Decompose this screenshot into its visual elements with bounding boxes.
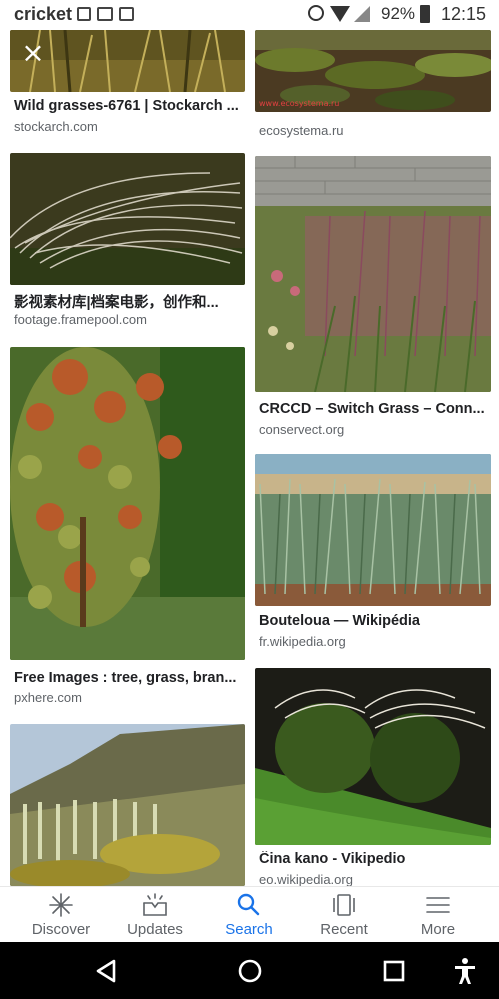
carrier-name: cricket — [14, 4, 73, 24]
watermark: www.ecosystema.ru — [259, 99, 340, 108]
back-icon[interactable] — [92, 956, 122, 986]
result-title[interactable]: Ĉina kano - Vikipedio — [259, 851, 491, 867]
nav-label: Search — [225, 921, 273, 938]
result-source: stockarch.com — [14, 119, 98, 134]
cast-notification-icon — [119, 7, 134, 21]
status-bar: cricket 92% 12:15 — [0, 0, 499, 30]
result-source: conservect.org — [259, 422, 345, 437]
result-thumbnail[interactable] — [10, 347, 245, 660]
result-thumbnail[interactable] — [255, 668, 491, 845]
nav-discover[interactable]: Discover — [11, 887, 111, 943]
result-thumbnail[interactable] — [10, 153, 245, 285]
search-icon — [237, 893, 260, 916]
result-source: pxhere.com — [14, 690, 82, 705]
result-thumbnail[interactable] — [10, 724, 245, 886]
result-source: footage.framepool.com — [14, 312, 147, 327]
result-title[interactable]: 影视素材库|档案电影，创作和... — [14, 291, 245, 312]
result-source: eo.wikipedia.org — [259, 872, 353, 886]
result-thumbnail[interactable]: × — [10, 30, 245, 92]
result-source: fr.wikipedia.org — [259, 634, 346, 649]
image-results-grid: × Wild grasses-6761 | Stockarch ... stoc… — [0, 30, 499, 886]
nav-search[interactable]: Search — [199, 887, 299, 943]
nav-recent[interactable]: Recent — [294, 887, 394, 943]
nav-label: Updates — [127, 921, 183, 938]
home-icon[interactable] — [235, 956, 265, 986]
nav-more[interactable]: More — [388, 887, 488, 943]
result-title[interactable]: Wild grasses-6761 | Stockarch ... — [14, 98, 245, 114]
accessibility-icon[interactable] — [450, 956, 480, 986]
result-thumbnail[interactable]: www.ecosystema.ru — [255, 30, 491, 112]
bottom-navigation: Discover Updates Search Recent More — [0, 886, 499, 942]
result-thumbnail[interactable] — [255, 156, 491, 392]
result-thumbnail[interactable] — [255, 454, 491, 606]
result-card[interactable] — [10, 724, 245, 886]
wifi-icon — [330, 6, 350, 22]
system-navigation-bar — [0, 942, 499, 999]
result-card[interactable]: × Wild grasses-6761 | Stockarch ... stoc… — [10, 30, 245, 140]
result-card[interactable]: www.ecosystema.ru ecosystema.ru — [255, 30, 491, 140]
alarm-icon — [308, 5, 324, 21]
result-card[interactable]: Ĉina kano - Vikipedio eo.wikipedia.org — [255, 668, 491, 886]
nav-label: Discover — [31, 921, 91, 938]
result-title[interactable]: Free Images : tree, grass, bran... — [14, 670, 245, 686]
menu-icon — [426, 897, 450, 913]
clock: 12:15 — [441, 4, 487, 24]
close-icon[interactable]: × — [16, 36, 50, 70]
result-card[interactable]: 影视素材库|档案电影，创作和... footage.framepool.com — [10, 153, 245, 333]
result-card[interactable]: CRCCD – Switch Grass – Conn... conservec… — [255, 156, 491, 439]
result-title[interactable]: CRCCD – Switch Grass – Conn... — [259, 401, 491, 417]
nav-label: More — [420, 921, 456, 938]
image-notification-icon — [77, 7, 91, 21]
result-card[interactable]: Bouteloua — Wikipédia fr.wikipedia.org — [255, 454, 491, 654]
result-card[interactable]: Free Images : tree, grass, bran... pxher… — [10, 347, 245, 707]
nav-updates[interactable]: Updates — [105, 887, 205, 943]
battery-percent: 92% — [381, 4, 416, 23]
result-source: ecosystema.ru — [259, 123, 344, 138]
overview-icon[interactable] — [379, 956, 409, 986]
gallery-notification-icon — [97, 7, 113, 21]
result-title[interactable]: Bouteloua — Wikipédia — [259, 613, 491, 629]
signal-icon — [354, 6, 370, 22]
battery-icon — [420, 5, 430, 23]
asterisk-icon — [49, 893, 73, 917]
recent-icon — [333, 894, 355, 916]
inbox-icon — [143, 893, 167, 916]
nav-label: Recent — [320, 921, 368, 938]
